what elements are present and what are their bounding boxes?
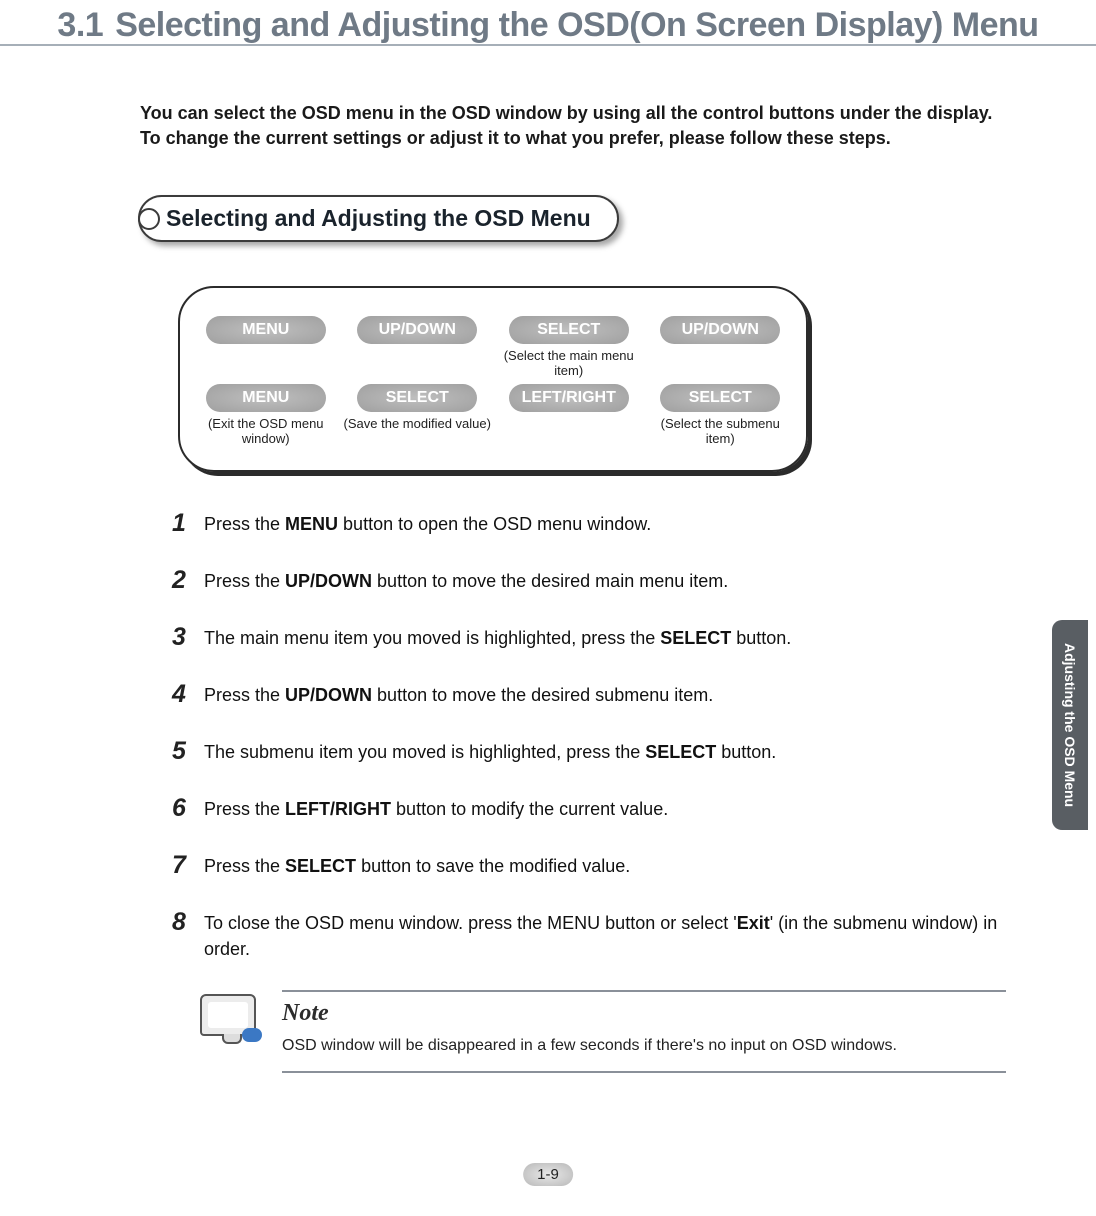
button-caption: (Exit the OSD menu window) — [190, 416, 342, 446]
step-number: 7 — [172, 848, 204, 883]
section-title-text: Selecting and Adjusting the OSD(On Scree… — [115, 6, 1038, 44]
osd-button-select: SELECT — [357, 384, 477, 412]
osd-button-menu: MENU — [206, 384, 326, 412]
note-text: OSD window will be disappeared in a few … — [282, 1037, 1006, 1055]
button-caption — [342, 348, 494, 366]
step-item: 3 The main menu item you moved is highli… — [172, 626, 1006, 655]
step-number: 2 — [172, 563, 204, 598]
monitor-icon — [190, 990, 274, 1060]
intro-paragraph: You can select the OSD menu in the OSD w… — [140, 101, 1006, 151]
osd-button-leftright: LEFT/RIGHT — [509, 384, 629, 412]
button-cell: SELECT (Select the submenu item) — [645, 384, 797, 446]
step-text: Press the UP/DOWN button to move the des… — [204, 569, 728, 594]
step-number: 4 — [172, 677, 204, 712]
section-title: 3.1 Selecting and Adjusting the OSD(On Sc… — [0, 6, 1096, 45]
step-text: Press the MENU button to open the OSD me… — [204, 512, 651, 537]
subheading-wrap: Selecting and Adjusting the OSD Menu — [138, 195, 1096, 242]
step-text: The main menu item you moved is highligh… — [204, 626, 791, 651]
step-item: 2 Press the UP/DOWN button to move the d… — [172, 569, 1006, 598]
button-cell: LEFT/RIGHT — [493, 384, 645, 446]
button-caption: (Select the main menu item) — [493, 348, 645, 378]
monitor-face — [208, 1002, 248, 1028]
section-number: 3.1 — [57, 6, 103, 44]
step-item: 6 Press the LEFT/RIGHT button to modify … — [172, 797, 1006, 826]
step-item: 8 To close the OSD menu window. press th… — [172, 911, 1006, 961]
step-number: 1 — [172, 506, 204, 541]
step-item: 5 The submenu item you moved is highligh… — [172, 740, 1006, 769]
button-cell: MENU — [190, 316, 342, 378]
osd-button-select: SELECT — [660, 384, 780, 412]
step-number: 6 — [172, 791, 204, 826]
step-item: 4 Press the UP/DOWN button to move the d… — [172, 683, 1006, 712]
step-item: 1 Press the MENU button to open the OSD … — [172, 512, 1006, 541]
button-panel: MENU UP/DOWN SELECT (Select the main men… — [178, 286, 808, 472]
button-cell: MENU (Exit the OSD menu window) — [190, 384, 342, 446]
step-item: 7 Press the SELECT button to save the mo… — [172, 854, 1006, 883]
osd-button-updown: UP/DOWN — [660, 316, 780, 344]
osd-button-select: SELECT — [509, 316, 629, 344]
button-cell: SELECT (Select the main menu item) — [493, 316, 645, 378]
section-heading: 3.1 Selecting and Adjusting the OSD(On Sc… — [0, 0, 1096, 45]
page-number: 1-9 — [523, 1163, 573, 1186]
step-text: The submenu item you moved is highlighte… — [204, 740, 776, 765]
mouse-shape — [242, 1028, 262, 1042]
button-caption: (Save the modified value) — [342, 416, 494, 431]
button-caption — [645, 348, 797, 366]
button-row-1: MENU UP/DOWN SELECT (Select the main men… — [190, 316, 796, 378]
button-cell: SELECT (Save the modified value) — [342, 384, 494, 446]
note-block: Note OSD window will be disappeared in a… — [190, 990, 1006, 1073]
button-caption — [190, 348, 342, 366]
button-cell: UP/DOWN — [645, 316, 797, 378]
heading-rule — [0, 44, 1096, 46]
steps-list: 1 Press the MENU button to open the OSD … — [172, 512, 1006, 961]
subheading-pill: Selecting and Adjusting the OSD Menu — [138, 195, 619, 242]
note-label: Note — [282, 1000, 1006, 1027]
step-text: Press the LEFT/RIGHT button to modify th… — [204, 797, 668, 822]
button-caption: (Select the submenu item) — [645, 416, 797, 446]
step-text: Press the UP/DOWN button to move the des… — [204, 683, 713, 708]
button-cell: UP/DOWN — [342, 316, 494, 378]
step-number: 3 — [172, 620, 204, 655]
note-content: Note OSD window will be disappeared in a… — [282, 990, 1006, 1073]
step-text: To close the OSD menu window. press the … — [204, 911, 1006, 961]
osd-button-menu: MENU — [206, 316, 326, 344]
step-number: 8 — [172, 905, 204, 940]
step-number: 5 — [172, 734, 204, 769]
step-text: Press the SELECT button to save the modi… — [204, 854, 630, 879]
side-tab: Adjusting the OSD Menu — [1052, 620, 1088, 830]
osd-button-updown: UP/DOWN — [357, 316, 477, 344]
button-row-2: MENU (Exit the OSD menu window) SELECT (… — [190, 384, 796, 446]
